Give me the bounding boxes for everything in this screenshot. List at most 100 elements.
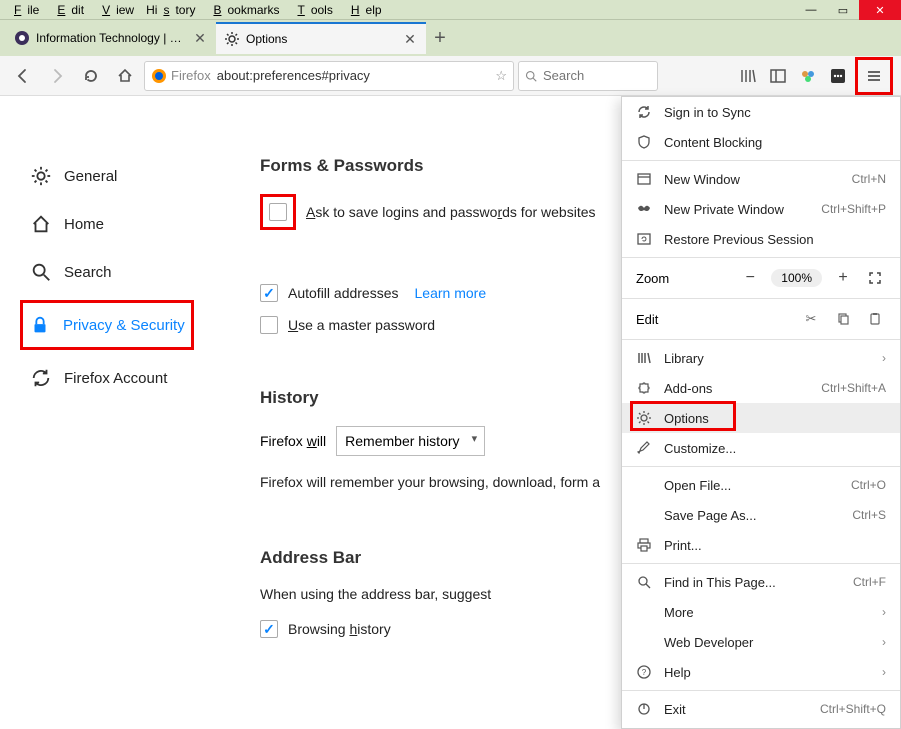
gear-icon bbox=[636, 410, 652, 426]
menu-web-developer[interactable]: Web Developer › bbox=[622, 627, 900, 657]
menu-exit[interactable]: Exit Ctrl+Shift+Q bbox=[622, 694, 900, 724]
power-icon bbox=[636, 701, 652, 717]
checkbox-autofill[interactable] bbox=[260, 284, 278, 302]
menu-separator bbox=[622, 257, 900, 258]
print-icon bbox=[636, 537, 652, 553]
menu-new-private[interactable]: New Private Window Ctrl+Shift+P bbox=[622, 194, 900, 224]
restore-icon bbox=[636, 231, 652, 247]
menu-file[interactable]: File bbox=[2, 1, 45, 19]
menu-bookmarks[interactable]: Bookmarks bbox=[201, 1, 285, 19]
extension-icon-2[interactable] bbox=[825, 63, 851, 89]
checkbox-browsing-history[interactable] bbox=[260, 620, 278, 638]
learn-more-link[interactable]: Learn more bbox=[415, 285, 487, 301]
menu-separator bbox=[622, 160, 900, 161]
sidebar-item-privacy[interactable]: Privacy & Security bbox=[29, 305, 185, 345]
search-bar[interactable] bbox=[518, 61, 658, 91]
sidebar-item-account[interactable]: Firefox Account bbox=[30, 358, 240, 398]
url-bar[interactable]: Firefox about:preferences#privacy ☆ bbox=[144, 61, 514, 91]
zoom-in-button[interactable]: + bbox=[832, 267, 854, 289]
menu-new-window[interactable]: New Window Ctrl+N bbox=[622, 164, 900, 194]
cut-button[interactable]: ✂ bbox=[800, 308, 822, 330]
tab-strip: Information Technology | Univ ✕ Options … bbox=[0, 22, 454, 54]
paste-button[interactable] bbox=[864, 308, 886, 330]
reload-button[interactable] bbox=[76, 61, 106, 91]
extension-icon-1[interactable] bbox=[795, 63, 821, 89]
window-icon bbox=[636, 171, 652, 187]
checkbox-highlight bbox=[260, 194, 296, 230]
sync-icon bbox=[30, 367, 52, 389]
minimize-button[interactable]: — bbox=[795, 0, 827, 20]
tab-options[interactable]: Options ✕ bbox=[216, 22, 426, 54]
zoom-out-button[interactable]: − bbox=[739, 267, 761, 289]
mask-icon bbox=[636, 201, 652, 217]
search-icon bbox=[636, 574, 652, 590]
prefs-sidebar: General Home Search Privacy & Security F… bbox=[0, 96, 240, 667]
menu-signin[interactable]: Sign in to Sync bbox=[622, 97, 900, 127]
home-icon bbox=[30, 213, 52, 235]
copy-button[interactable] bbox=[832, 308, 854, 330]
nav-toolbar: Firefox about:preferences#privacy ☆ bbox=[0, 56, 901, 96]
hamburger-menu-button[interactable] bbox=[861, 63, 887, 89]
menu-customize[interactable]: Customize... bbox=[622, 433, 900, 463]
shield-icon bbox=[636, 134, 652, 150]
checkbox-ask-save[interactable] bbox=[269, 203, 287, 221]
menu-content-blocking[interactable]: Content Blocking bbox=[622, 127, 900, 157]
menu-separator bbox=[622, 563, 900, 564]
svg-text:?: ? bbox=[642, 668, 647, 677]
fullscreen-button[interactable] bbox=[864, 267, 886, 289]
bookmark-star-icon[interactable]: ☆ bbox=[495, 68, 507, 84]
close-window-button[interactable]: ✕ bbox=[859, 0, 901, 20]
menu-view[interactable]: View bbox=[90, 1, 140, 19]
menu-options[interactable]: Options bbox=[622, 403, 900, 433]
checkbox-master[interactable] bbox=[260, 316, 278, 334]
tab-info-tech[interactable]: Information Technology | Univ ✕ bbox=[6, 22, 216, 54]
menu-library[interactable]: Library › bbox=[622, 343, 900, 373]
url-text: about:preferences#privacy bbox=[217, 68, 490, 83]
menu-help[interactable]: ? Help › bbox=[622, 657, 900, 687]
menu-print[interactable]: Print... bbox=[622, 530, 900, 560]
autofill-label: Autofill addresses bbox=[288, 285, 399, 301]
identity-box[interactable]: Firefox bbox=[151, 68, 211, 84]
new-tab-button[interactable]: + bbox=[426, 22, 454, 54]
maximize-button[interactable]: ▭ bbox=[827, 0, 859, 20]
browsing-history-label: Browsing history bbox=[288, 621, 391, 637]
sidebar-item-home[interactable]: Home bbox=[30, 204, 240, 244]
menu-bar: File Edit View History Bookmarks Tools H… bbox=[0, 0, 901, 20]
home-button[interactable] bbox=[110, 61, 140, 91]
chevron-right-icon: › bbox=[882, 635, 886, 649]
hamburger-highlight bbox=[855, 57, 893, 95]
library-icon[interactable] bbox=[735, 63, 761, 89]
menu-save-page[interactable]: Save Page As... Ctrl+S bbox=[622, 500, 900, 530]
sidebar-label: Search bbox=[64, 264, 112, 281]
menu-restore-session[interactable]: Restore Previous Session bbox=[622, 224, 900, 254]
sidebar-icon[interactable] bbox=[765, 63, 791, 89]
tab-title: Information Technology | Univ bbox=[36, 31, 188, 45]
gear-icon bbox=[30, 165, 52, 187]
firefox-icon bbox=[151, 68, 167, 84]
menu-open-file[interactable]: Open File... Ctrl+O bbox=[622, 470, 900, 500]
menu-history[interactable]: History bbox=[140, 1, 201, 19]
history-label: Firefox will bbox=[260, 433, 326, 449]
gear-icon bbox=[224, 31, 240, 47]
close-tab-icon[interactable]: ✕ bbox=[402, 31, 418, 47]
menu-find[interactable]: Find in This Page... Ctrl+F bbox=[622, 567, 900, 597]
search-input[interactable] bbox=[543, 68, 651, 83]
chevron-right-icon: › bbox=[882, 351, 886, 365]
zoom-value[interactable]: 100% bbox=[771, 269, 822, 287]
sidebar-item-search[interactable]: Search bbox=[30, 252, 240, 292]
history-select[interactable]: Remember history bbox=[336, 426, 485, 456]
menu-tools[interactable]: Tools bbox=[285, 1, 338, 19]
forward-button[interactable] bbox=[42, 61, 72, 91]
chevron-right-icon: › bbox=[882, 605, 886, 619]
search-icon bbox=[30, 261, 52, 283]
sidebar-label: General bbox=[64, 168, 117, 185]
sidebar-label: Home bbox=[64, 216, 104, 233]
menu-more[interactable]: More › bbox=[622, 597, 900, 627]
brush-icon bbox=[636, 440, 652, 456]
close-tab-icon[interactable]: ✕ bbox=[192, 30, 208, 46]
back-button[interactable] bbox=[8, 61, 38, 91]
menu-addons[interactable]: Add-ons Ctrl+Shift+A bbox=[622, 373, 900, 403]
sidebar-item-general[interactable]: General bbox=[30, 156, 240, 196]
menu-edit[interactable]: Edit bbox=[45, 1, 90, 19]
menu-help[interactable]: Help bbox=[339, 1, 388, 19]
